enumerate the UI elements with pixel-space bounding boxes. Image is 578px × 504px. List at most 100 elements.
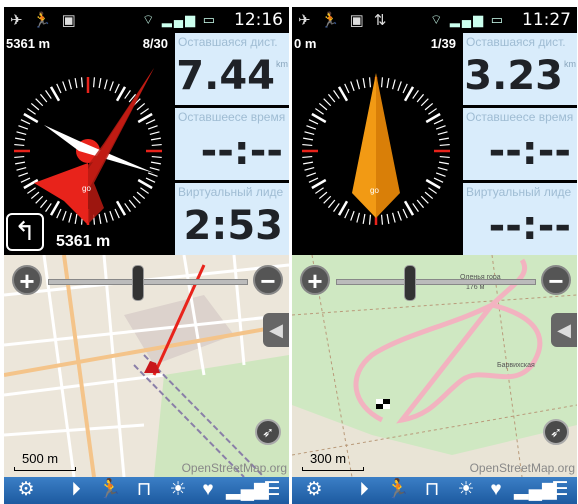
compass-tick xyxy=(103,212,108,223)
panel-remaining-time[interactable]: Оставшеесе время --:-- xyxy=(175,108,289,180)
zoom-in-button[interactable]: + xyxy=(300,265,330,295)
hill-height: 176 м xyxy=(466,284,485,291)
map-attribution: OpenStreetMap.org xyxy=(469,461,575,475)
compass-tick xyxy=(92,77,96,88)
panel-value: --:-- xyxy=(488,203,571,249)
navigation-compass-panel[interactable]: go 5361 m 8/30 ↰ 5361 m xyxy=(4,33,172,255)
heart-icon[interactable]: ♥ xyxy=(194,479,222,501)
waypoint-counter: 8/30 xyxy=(142,36,168,51)
heart-icon[interactable]: ♥ xyxy=(482,479,510,501)
zoom-slider[interactable] xyxy=(336,279,536,285)
system-icons: ⌔ ▂▄▆ ▭ xyxy=(430,12,505,27)
menu-icon[interactable]: ☰ xyxy=(258,479,286,501)
map-view[interactable]: Оленья гора 176 м Барвихская + − ◀ ➶ 300… xyxy=(292,255,577,477)
panel-unit: km xyxy=(564,59,576,69)
map-compass-icon[interactable]: ➶ xyxy=(255,419,281,445)
compass-tick xyxy=(428,187,437,194)
go-label: go xyxy=(370,186,379,195)
zoom-in-button[interactable]: + xyxy=(12,265,42,295)
panel-label: Оставшаяся дист. xyxy=(178,35,278,49)
compass-tick xyxy=(386,78,390,89)
panel-virtual-leader[interactable]: Виртуальный лиде --:-- xyxy=(463,183,577,255)
panel-value: 3.23 xyxy=(464,53,563,99)
compass-rose-icon: go xyxy=(302,73,450,225)
compass-tick xyxy=(315,108,324,115)
status-bar: ✈ 🏃 ▣ ⇅ ⌔ ▂▄▆ ▭ 11:27 xyxy=(292,7,577,33)
bottom-toolbar: ⚙ ⏵ 🏃 ⊓ ☀ ♥ ▂▄▆ ☰ xyxy=(4,477,289,504)
signal-icon[interactable]: ▂▄▆ xyxy=(514,479,557,501)
compass-tick xyxy=(433,119,444,125)
side-panel-arrow-icon[interactable]: ◀ xyxy=(551,313,577,347)
panel-value: 7.44 xyxy=(176,53,275,99)
compass-tick xyxy=(150,161,161,165)
compass-tick xyxy=(124,90,131,99)
side-panel-arrow-icon[interactable]: ◀ xyxy=(263,313,289,347)
notification-icons: ✈ 🏃 ▣ ⇅ xyxy=(298,12,390,29)
zoom-slider-handle[interactable] xyxy=(132,265,144,301)
zoom-out-button[interactable]: − xyxy=(253,265,283,295)
panel-remaining-time[interactable]: Оставшеесе время --:-- xyxy=(463,108,577,180)
street-map xyxy=(4,255,289,477)
play-icon[interactable]: ⏵ xyxy=(62,479,90,501)
compass-tick xyxy=(35,98,44,107)
compass-tick xyxy=(140,187,149,194)
map-compass-icon[interactable]: ➶ xyxy=(543,419,569,445)
compass-tick xyxy=(420,195,429,204)
status-bar: ✈ 🏃 ▣ ⌔ ▂▄▆ ▭ 12:16 xyxy=(4,7,289,33)
signal-icon[interactable]: ▂▄▆ xyxy=(226,479,269,501)
compass-tick xyxy=(62,210,67,221)
go-label: go xyxy=(82,184,91,193)
phone-screen-right: ✈ 🏃 ▣ ⇅ ⌔ ▂▄▆ ▭ 11:27 go 0 m 1/39 Оставш… xyxy=(292,7,577,504)
map-scale-bar xyxy=(14,467,76,471)
lock-icon[interactable]: ⊓ xyxy=(418,479,446,501)
panel-remaining-distance[interactable]: Оставшаяся дист. km 3.23 xyxy=(463,33,577,105)
compass-tick xyxy=(303,161,314,165)
compass-tick xyxy=(402,208,408,219)
compass-tick xyxy=(302,155,313,159)
place-label: Барвихская xyxy=(497,362,535,369)
compass-tick xyxy=(115,86,127,102)
compass-tick xyxy=(30,191,40,200)
compass-tick xyxy=(439,143,450,147)
compass-tick xyxy=(350,210,355,221)
runner-icon[interactable]: 🏃 xyxy=(96,479,124,501)
runner-icon[interactable]: 🏃 xyxy=(384,479,412,501)
zoom-slider-handle[interactable] xyxy=(404,265,416,301)
compass-tick xyxy=(80,77,84,88)
compass-tick xyxy=(103,79,108,90)
system-icons: ⌔ ▂▄▆ ▭ xyxy=(142,12,217,27)
panel-unit: km xyxy=(276,59,288,69)
compass-tick xyxy=(356,79,361,90)
map-scale-label: 300 m xyxy=(310,451,347,466)
compass-tick xyxy=(114,208,120,219)
panel-virtual-leader[interactable]: Виртуальный лиде 2:53 xyxy=(175,183,289,255)
compass-tick xyxy=(306,172,317,177)
panel-remaining-distance[interactable]: Оставшаяся дист. km 7.44 xyxy=(175,33,289,105)
compass-tick xyxy=(151,143,162,147)
zoom-slider[interactable] xyxy=(48,279,248,285)
zoom-out-button[interactable]: − xyxy=(541,265,571,295)
lock-icon[interactable]: ⊓ xyxy=(130,479,158,501)
play-icon[interactable]: ⏵ xyxy=(350,479,378,501)
light-icon[interactable]: ☀ xyxy=(452,479,480,501)
panel-value: 2:53 xyxy=(183,203,284,249)
compass-tick xyxy=(308,119,319,125)
settings-icon[interactable]: ⚙ xyxy=(300,479,328,501)
compass-tick xyxy=(16,131,27,136)
compass-tick xyxy=(45,90,52,99)
compass-tick xyxy=(412,90,419,99)
compass-tick xyxy=(380,77,384,88)
compass-tick xyxy=(386,213,390,224)
compass-tick xyxy=(145,177,156,183)
navigation-compass-panel[interactable]: go 0 m 1/39 xyxy=(292,33,460,255)
turn-left-icon[interactable]: ↰ xyxy=(6,213,44,251)
menu-icon[interactable]: ☰ xyxy=(546,479,574,501)
compass-tick xyxy=(136,191,146,200)
map-view[interactable]: + − ◀ ➶ 500 m OpenStreetMap.org xyxy=(4,255,289,477)
turn-distance: 5361 m xyxy=(56,233,111,250)
light-icon[interactable]: ☀ xyxy=(164,479,192,501)
compass-tick xyxy=(380,214,384,225)
compass-tick xyxy=(15,161,26,165)
settings-icon[interactable]: ⚙ xyxy=(12,479,40,501)
compass-tick xyxy=(149,166,160,171)
